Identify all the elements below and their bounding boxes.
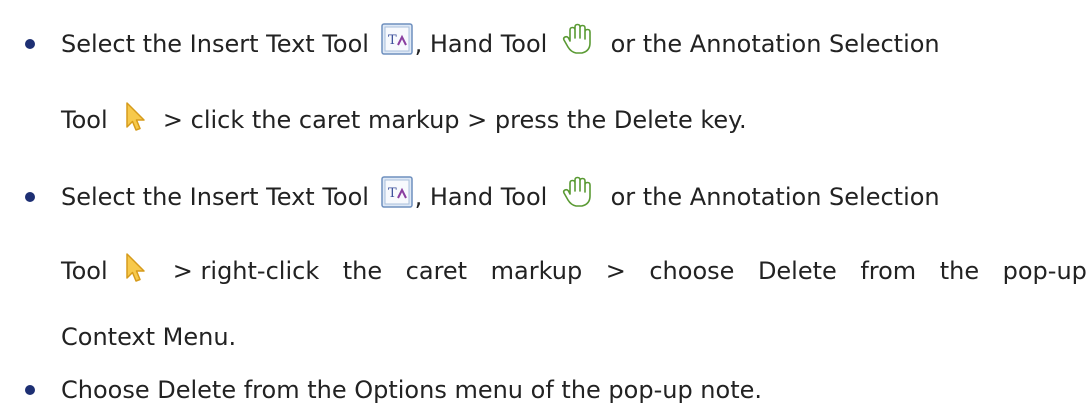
- bullet-dot: [25, 192, 35, 202]
- annotation-selection-tool-icon: [121, 252, 149, 284]
- bullet-2-line-2-word: caret: [405, 257, 468, 285]
- bullet-1-text-c: or the Annotation Selection: [610, 30, 940, 58]
- bullet-2-line-2-word: choose: [649, 257, 735, 285]
- bullet-1-line-1: Select the Insert Text Tool T , Hand Too…: [61, 23, 940, 61]
- bullet-2-text-a: Select the Insert Text Tool: [61, 183, 369, 211]
- bullet-2-line-2: Tool > right-click the caret markup > ch…: [61, 253, 1086, 288]
- bullet-1-line-2-text-a: Tool: [61, 106, 108, 134]
- bullet-2-sep-a: ,: [414, 183, 423, 211]
- insert-text-tool-icon: T: [380, 23, 413, 55]
- insert-text-tool-icon: T: [380, 176, 413, 208]
- bullet-2-line-2-word: Delete: [757, 257, 837, 285]
- annotation-selection-tool-icon: [121, 101, 149, 133]
- bullet-3-line-1: Choose Delete from the Options menu of t…: [61, 375, 762, 405]
- bullet-2-line-3-text: Context Menu.: [61, 323, 237, 351]
- bullet-1-text-b: Hand Tool: [429, 30, 548, 58]
- bullet-list: Select the Insert Text Tool T , Hand Too…: [0, 0, 1086, 409]
- bullet-2-line-2-word: markup: [490, 257, 583, 285]
- bullet-3-text: Choose Delete from the Options menu of t…: [61, 376, 763, 404]
- bullet-1-line-2-text-b: > click the caret markup > press the Del…: [162, 106, 747, 134]
- bullet-2-line-1: Select the Insert Text Tool T , Hand Too…: [61, 176, 940, 214]
- bullet-dot: [25, 385, 35, 395]
- bullet-dot: [25, 39, 35, 49]
- bullet-2-line-2-word: >: [605, 257, 626, 285]
- bullet-2-line-2-word: pop-up: [1002, 257, 1086, 285]
- bullet-2-text-c: or the Annotation Selection: [610, 183, 940, 211]
- hand-tool-icon: [561, 23, 597, 55]
- bullet-1-sep-a: ,: [414, 30, 423, 58]
- bullet-1-line-2: Tool > click the caret markup > press th…: [61, 102, 747, 137]
- bullet-2-text-b: Hand Tool: [429, 183, 548, 211]
- bullet-2-line-2-word: > right-click: [172, 257, 320, 285]
- bullet-1-text-a: Select the Insert Text Tool: [61, 30, 369, 58]
- bullet-2-line-2-text-a: Tool: [61, 257, 108, 285]
- bullet-2-line-2-word: the: [939, 257, 980, 285]
- bullet-2-line-2-lead: Tool: [61, 253, 149, 288]
- hand-tool-icon: [561, 176, 597, 208]
- bullet-2-line-2-word: the: [342, 257, 383, 285]
- bullet-2-line-3: Context Menu.: [61, 322, 236, 352]
- svg-text:T: T: [388, 186, 397, 201]
- svg-text:T: T: [388, 33, 397, 48]
- bullet-2-line-2-word: from: [860, 257, 917, 285]
